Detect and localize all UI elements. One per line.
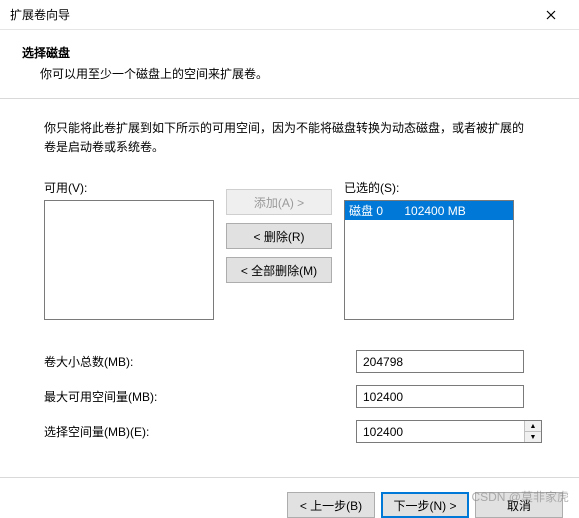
selected-label: 已选的(S): <box>344 179 514 196</box>
next-button[interactable]: 下一步(N) > <box>381 492 469 518</box>
header-title: 选择磁盘 <box>22 44 557 61</box>
total-size-value: 204798 <box>356 350 524 373</box>
description-text: 你只能将此卷扩展到如下所示的可用空间，因为不能将磁盘转换为动态磁盘，或者被扩展的… <box>44 119 535 157</box>
footer-buttons: < 上一步(B) 下一步(N) > 取消 <box>0 478 579 518</box>
spinner-down-button[interactable]: ▼ <box>525 432 541 442</box>
select-space-spinner[interactable]: ▲ ▼ <box>356 420 542 443</box>
disk-size: 102400 MB <box>404 204 465 218</box>
selected-listbox[interactable]: 磁盘 0 102400 MB <box>344 200 514 320</box>
available-listbox[interactable] <box>44 200 214 320</box>
summary-section: 卷大小总数(MB): 204798 最大可用空间量(MB): 102400 选择… <box>44 350 535 443</box>
back-button[interactable]: < 上一步(B) <box>287 492 375 518</box>
total-size-label: 卷大小总数(MB): <box>44 353 356 370</box>
select-space-input[interactable] <box>357 421 524 442</box>
list-item[interactable]: 磁盘 0 102400 MB <box>345 201 513 220</box>
close-icon <box>546 10 556 20</box>
remove-button[interactable]: < 删除(R) <box>226 223 332 249</box>
remove-all-button[interactable]: < 全部删除(M) <box>226 257 332 283</box>
close-button[interactable] <box>529 1 573 29</box>
available-label: 可用(V): <box>44 179 214 196</box>
header-subtitle: 你可以用至少一个磁盘上的空间来扩展卷。 <box>22 61 557 82</box>
max-space-label: 最大可用空间量(MB): <box>44 388 356 405</box>
disk-name: 磁盘 0 <box>349 204 383 218</box>
title-bar: 扩展卷向导 <box>0 0 579 30</box>
cancel-button[interactable]: 取消 <box>475 492 563 518</box>
wizard-header: 选择磁盘 你可以用至少一个磁盘上的空间来扩展卷。 <box>0 30 579 92</box>
window-title: 扩展卷向导 <box>10 6 529 23</box>
spinner-up-button[interactable]: ▲ <box>525 421 541 432</box>
add-button: 添加(A) > <box>226 189 332 215</box>
content-area: 你只能将此卷扩展到如下所示的可用空间，因为不能将磁盘转换为动态磁盘，或者被扩展的… <box>0 99 579 465</box>
max-space-value: 102400 <box>356 385 524 408</box>
select-space-label: 选择空间量(MB)(E): <box>44 423 356 440</box>
